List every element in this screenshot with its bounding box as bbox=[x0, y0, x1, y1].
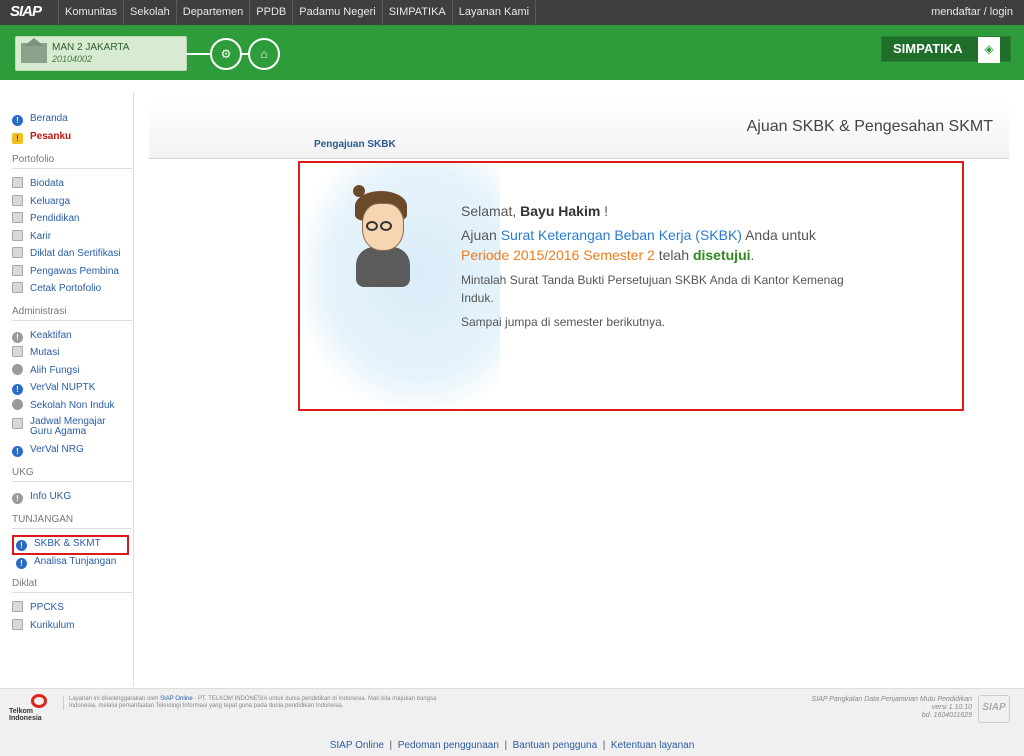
sidebar-item-pendidikan[interactable]: Pendidikan bbox=[12, 212, 79, 225]
telkom-logo[interactable]: Telkom Indonesia bbox=[9, 694, 49, 722]
approval-message: Selamat, Bayu Hakim ! Ajuan Surat Ketera… bbox=[461, 201, 861, 331]
document-icon bbox=[12, 265, 23, 276]
kemenag-logo-icon: ◈ bbox=[978, 37, 1000, 63]
chart-icon bbox=[12, 601, 23, 612]
sidebar: ! Beranda ! Pesanku Portofolio Biodata Kel… bbox=[0, 92, 134, 687]
document-icon bbox=[12, 247, 23, 258]
sidebar-item-keaktifan[interactable]: ! Keaktifan bbox=[12, 329, 72, 343]
school-name: MAN 2 JAKARTA bbox=[52, 42, 130, 53]
simpatika-label: SIMPATIKA bbox=[893, 41, 963, 56]
nav-komunitas[interactable]: Komunitas bbox=[58, 0, 123, 25]
nav-ppdb[interactable]: PPDB bbox=[249, 0, 292, 25]
home-icon[interactable]: ⌂ bbox=[248, 38, 280, 70]
tab-pengajuan-skbk[interactable]: Pengajuan SKBK bbox=[314, 139, 396, 150]
sidebar-item-ppcks[interactable]: PPCKS bbox=[12, 601, 64, 614]
document-icon bbox=[12, 282, 23, 293]
top-nav-bar: SIAP Komunitas Sekolah Departemen PPDB P… bbox=[0, 0, 1024, 25]
transfer-icon bbox=[12, 346, 23, 357]
message-alert-icon: ! bbox=[12, 133, 23, 144]
connector-line bbox=[240, 53, 248, 55]
period-text: Periode 2015/2016 Semester 2 bbox=[461, 247, 655, 263]
highlight-box bbox=[12, 535, 129, 555]
sidebar-item-kurikulum[interactable]: Kurikulum bbox=[12, 619, 74, 632]
sidebar-item-beranda[interactable]: ! Beranda bbox=[12, 112, 68, 126]
note-office: Mintalah Surat Tanda Bukti Persetujuan S… bbox=[461, 273, 844, 305]
footer: Telkom Indonesia Layanan ini diselenggar… bbox=[0, 688, 1024, 756]
footer-link-pedoman[interactable]: Pedoman penggunaan bbox=[398, 740, 499, 751]
school-id: 20104002 bbox=[52, 54, 93, 64]
info-icon: ! bbox=[12, 115, 23, 126]
section-ukg: UKG bbox=[12, 467, 132, 482]
section-portofolio: Portofolio bbox=[12, 154, 132, 169]
document-icon bbox=[12, 418, 23, 429]
document-icon bbox=[12, 212, 23, 223]
approval-message-panel: Selamat, Bayu Hakim ! Ajuan Surat Ketera… bbox=[298, 161, 964, 411]
nav-simpatika[interactable]: SIMPATIKA bbox=[381, 0, 452, 25]
mascot-body bbox=[356, 247, 410, 287]
connector-line bbox=[186, 53, 210, 55]
sidebar-item-pengawas-pembina[interactable]: Pengawas Pembina bbox=[12, 265, 119, 278]
nav-layanan-kami[interactable]: Layanan Kami bbox=[451, 0, 537, 25]
sidebar-item-mutasi[interactable]: Mutasi bbox=[12, 346, 59, 359]
info-icon: ! bbox=[12, 332, 23, 343]
user-name: Bayu Hakim bbox=[520, 203, 601, 219]
sidebar-item-analisa-tunjangan[interactable]: ! Analisa Tunjangan bbox=[16, 555, 116, 569]
content-header: Ajuan SKBK & Pengesahan SKMT Pengajuan S… bbox=[149, 101, 1009, 159]
footer-link-bantuan[interactable]: Bantuan pengguna bbox=[513, 740, 598, 751]
org-chart-icon[interactable]: ⚙ bbox=[210, 38, 242, 70]
page-title: Ajuan SKBK & Pengesahan SKMT bbox=[746, 118, 993, 135]
status-approved: disetujui bbox=[692, 247, 751, 263]
sidebar-item-diklat-sertifikasi[interactable]: Diklat dan Sertifikasi bbox=[12, 247, 121, 260]
greeting-line: Selamat, Bayu Hakim ! bbox=[461, 203, 609, 219]
status-line: Ajuan Surat Keterangan Beban Kerja (SKBK… bbox=[461, 227, 816, 263]
sidebar-item-alih-fungsi[interactable]: Alih Fungsi bbox=[12, 364, 79, 377]
skbk-link[interactable]: Surat Keterangan Beban Kerja (SKBK) bbox=[501, 227, 742, 243]
user-icon bbox=[12, 364, 23, 375]
top-nav-menu: Komunitas Sekolah Departemen PPDB Padamu… bbox=[58, 0, 537, 25]
school-building-icon bbox=[21, 38, 47, 63]
siap-logo[interactable]: SIAP bbox=[10, 3, 54, 22]
document-icon bbox=[12, 230, 23, 241]
simpatika-brand[interactable]: SIMPATIKA ◈ bbox=[881, 36, 1011, 63]
document-icon bbox=[12, 177, 23, 188]
footer-links: SIAP Online | Pedoman penggunaan | Bantu… bbox=[329, 740, 695, 751]
header-bar: MAN 2 JAKARTA 20104002 ⚙ ⌂ SIMPATIKA ◈ bbox=[0, 25, 1024, 105]
sidebar-item-verval-nuptk[interactable]: ! VerVal NUPTK bbox=[12, 381, 95, 395]
sidebar-item-info-ukg[interactable]: ! Info UKG bbox=[12, 490, 71, 504]
nav-padamu-negeri[interactable]: Padamu Negeri bbox=[292, 0, 381, 25]
sidebar-item-keluarga[interactable]: Keluarga bbox=[12, 195, 70, 208]
school-selector[interactable]: MAN 2 JAKARTA 20104002 bbox=[15, 36, 187, 71]
section-administrasi: Administrasi bbox=[12, 306, 132, 321]
sidebar-item-biodata[interactable]: Biodata bbox=[12, 177, 64, 190]
school-icon bbox=[12, 399, 23, 410]
sidebar-item-karir[interactable]: Karir bbox=[12, 230, 51, 243]
nav-departemen[interactable]: Departemen bbox=[175, 0, 250, 25]
document-icon bbox=[12, 619, 23, 630]
note-farewell: Sampai jumpa di semester berikutnya. bbox=[461, 315, 666, 329]
telkom-logo-icon bbox=[31, 694, 47, 708]
info-icon: ! bbox=[16, 558, 27, 569]
login-link[interactable]: mendaftar / login bbox=[931, 0, 1013, 25]
info-icon: ! bbox=[12, 384, 23, 395]
info-icon: ! bbox=[12, 446, 23, 457]
nav-sekolah[interactable]: Sekolah bbox=[122, 0, 176, 25]
version-info: SIAP Pangkalan Data Penjaminan Mutu Pend… bbox=[811, 696, 972, 719]
sidebar-item-cetak-portofolio[interactable]: Cetak Portofolio bbox=[12, 282, 101, 295]
siap-footer-logo[interactable]: SIAP bbox=[978, 695, 1010, 723]
sidebar-item-pesanku[interactable]: ! Pesanku bbox=[12, 130, 71, 144]
section-tunjangan: TUNJANGAN bbox=[12, 514, 132, 529]
mascot-glasses bbox=[366, 221, 398, 231]
footer-link-ketentuan[interactable]: Ketentuan layanan bbox=[611, 740, 694, 751]
footer-note: Layanan ini diselenggarakan oleh SIAP On… bbox=[63, 696, 459, 710]
footer-link-siap-online[interactable]: SIAP Online bbox=[330, 740, 384, 751]
sidebar-item-jadwal-mengajar[interactable]: Jadwal Mengajar Guru Agama bbox=[12, 417, 112, 439]
sidebar-item-verval-nrg[interactable]: ! VerVal NRG bbox=[12, 443, 84, 457]
info-icon: ! bbox=[12, 493, 23, 504]
sidebar-item-sekolah-non-induk[interactable]: Sekolah Non Induk bbox=[12, 399, 115, 412]
siap-online-link[interactable]: SIAP Online bbox=[160, 696, 193, 702]
document-icon bbox=[12, 195, 23, 206]
section-diklat: Diklat bbox=[12, 578, 132, 593]
